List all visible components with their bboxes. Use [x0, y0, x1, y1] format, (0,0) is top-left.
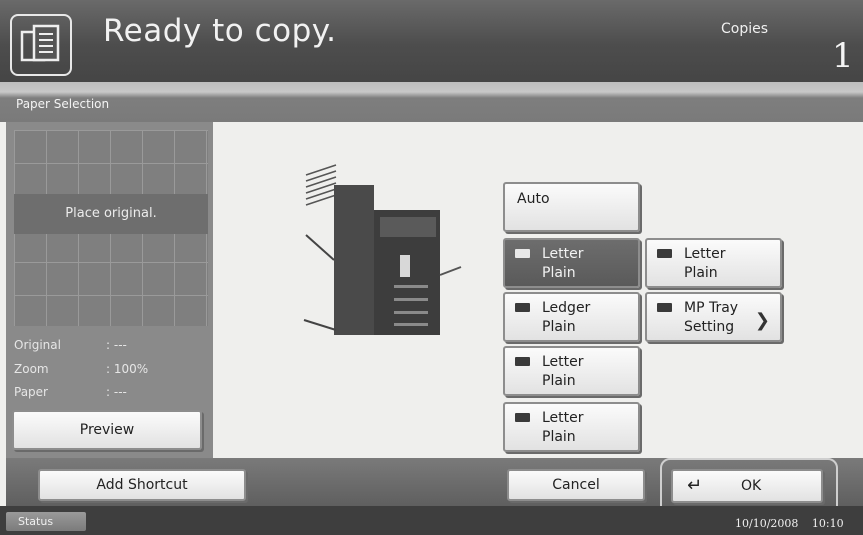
- printer-illustration: [296, 155, 466, 335]
- paper-tray4-button[interactable]: Letter Plain: [503, 402, 640, 452]
- tray4-icon: [515, 413, 530, 422]
- tray2-icon: [515, 303, 530, 312]
- section-bar: [0, 82, 863, 122]
- tray1-icon: [515, 249, 530, 258]
- mp-tray-setting-button[interactable]: MP Tray Setting ❯: [645, 292, 782, 342]
- preview-button[interactable]: Preview: [12, 410, 202, 450]
- status-time: 10:10: [811, 517, 844, 530]
- paper-label: Paper: [14, 385, 48, 399]
- zoom-label: Zoom: [14, 362, 49, 376]
- section-title: Paper Selection: [16, 97, 110, 111]
- copy-mode-icon: [10, 14, 72, 76]
- tray2-size: Ledger: [542, 300, 591, 316]
- paper-auto-label: Auto: [517, 191, 550, 207]
- original-label: Original: [14, 338, 61, 352]
- datetime: 10/10/2008 10:10: [735, 517, 844, 530]
- tray4-size: Letter: [542, 410, 584, 426]
- original-info: Original : ---: [14, 338, 127, 352]
- chevron-right-icon: ❯: [754, 310, 770, 331]
- cassette-type: Plain: [684, 265, 718, 281]
- tray1-type: Plain: [542, 265, 576, 281]
- paper-value: : ---: [106, 385, 127, 399]
- cassette-size: Letter: [684, 246, 726, 262]
- ok-label: OK: [741, 478, 762, 494]
- mp-tray-line1: MP Tray: [684, 300, 739, 316]
- paper-cassette-button[interactable]: Letter Plain: [645, 238, 782, 288]
- tray3-icon: [515, 357, 530, 366]
- zoom-info: Zoom : 100%: [14, 362, 148, 376]
- tray2-type: Plain: [542, 319, 576, 335]
- copies-label: Copies: [721, 21, 769, 37]
- mp-tray-line2: Setting: [684, 319, 735, 335]
- tray1-size: Letter: [542, 246, 584, 262]
- paper-auto-button[interactable]: Auto: [503, 182, 640, 232]
- enter-arrow-icon: ↵: [687, 475, 703, 496]
- cassette-icon: [657, 249, 672, 258]
- tray4-type: Plain: [542, 429, 576, 445]
- paper-tray3-button[interactable]: Letter Plain: [503, 346, 640, 396]
- tray3-size: Letter: [542, 354, 584, 370]
- paper-tray2-button[interactable]: Ledger Plain: [503, 292, 640, 342]
- status-bar: [0, 506, 863, 535]
- original-value: : ---: [106, 338, 127, 352]
- status-button[interactable]: Status: [6, 512, 86, 531]
- preview-message: Place original.: [65, 206, 157, 221]
- paper-info: Paper : ---: [14, 385, 127, 399]
- add-shortcut-button[interactable]: Add Shortcut: [38, 469, 246, 501]
- paper-tray1-button[interactable]: Letter Plain: [503, 238, 640, 288]
- ok-button[interactable]: ↵ OK: [671, 469, 823, 503]
- status-title: Ready to copy.: [103, 13, 337, 49]
- cancel-button[interactable]: Cancel: [507, 469, 645, 501]
- mp-tray-icon: [657, 303, 672, 312]
- tray3-type: Plain: [542, 373, 576, 389]
- zoom-value: : 100%: [106, 362, 149, 376]
- copies-count: 1: [832, 36, 854, 76]
- status-date: 10/10/2008: [735, 517, 799, 530]
